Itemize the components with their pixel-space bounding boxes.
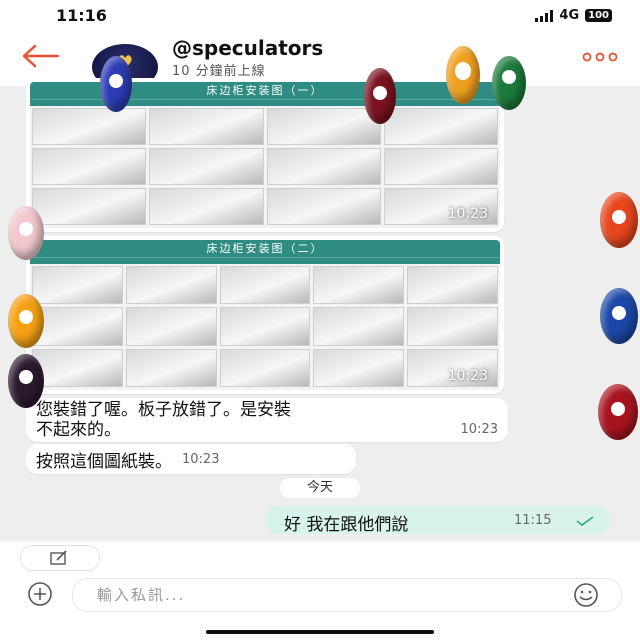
floating-ball-decoration	[600, 192, 638, 248]
message-bubble[interactable]: 按照這個圖紙裝。 10:23	[26, 444, 356, 474]
signal-icon	[535, 9, 554, 22]
message-time: 11:15	[514, 513, 552, 528]
emoji-icon[interactable]	[566, 582, 606, 608]
message-bubble[interactable]: 您裝錯了喔。板子放錯了。是安裝 不起來的。 10:23	[26, 398, 508, 442]
message-input-container[interactable]	[72, 578, 622, 612]
floating-ball-decoration	[8, 354, 44, 408]
floating-ball-decoration	[492, 56, 526, 110]
floating-ball-decoration	[8, 206, 44, 260]
image-message-2[interactable]: 床边柜安装图（二） 10:23	[26, 236, 504, 394]
battery-icon: 100	[585, 9, 612, 22]
day-separator: 今天	[280, 478, 360, 498]
message-time: 10:23	[447, 206, 488, 222]
assembly-diagram-2: 床边柜安装图（二） 10:23	[30, 240, 500, 390]
floating-ball-decoration	[364, 68, 396, 124]
chat-title: @speculators	[172, 36, 324, 60]
image-message-1[interactable]: 床边柜安装图（一） 10:23	[26, 78, 504, 232]
network-label: 4G	[559, 8, 580, 23]
message-text-line-2: 不起來的。	[36, 420, 121, 440]
message-input[interactable]	[95, 585, 559, 605]
add-circle-icon[interactable]	[20, 580, 60, 608]
diagram-heading-2: 床边柜安装图（二）	[30, 240, 500, 257]
message-time: 10:23	[447, 368, 488, 384]
message-text-line-1: 您裝錯了喔。板子放錯了。是安裝	[36, 400, 291, 420]
floating-ball-decoration	[8, 294, 44, 348]
note-button[interactable]	[20, 545, 100, 571]
message-time: 10:23	[460, 422, 498, 437]
floating-ball-decoration	[598, 384, 638, 440]
online-status: 10 分鐘前上線	[172, 64, 266, 79]
more-dots-icon[interactable]	[580, 52, 620, 62]
back-arrow-icon[interactable]	[22, 44, 60, 68]
chat-area[interactable]: 床边柜安装图（一） 10:23 床边柜安装图（二） 10:23 您裝錯了喔。板子…	[0, 78, 640, 541]
status-indicators: 4G 100	[535, 8, 612, 23]
message-time: 10:23	[182, 451, 220, 467]
sent-message-bubble[interactable]: 好 我在跟他們說 11:15	[266, 506, 610, 535]
message-text: 按照這個圖紙裝。	[36, 451, 172, 472]
read-check-icon	[576, 516, 594, 526]
message-text: 好 我在跟他們說	[284, 515, 409, 535]
floating-ball-decoration	[100, 56, 132, 112]
home-indicator	[206, 630, 434, 634]
status-time: 11:16	[56, 6, 107, 25]
floating-ball-decoration	[446, 46, 480, 104]
assembly-diagram-1: 床边柜安装图（一） 10:23	[30, 82, 500, 228]
floating-ball-decoration	[600, 288, 638, 344]
note-edit-icon	[50, 550, 67, 565]
